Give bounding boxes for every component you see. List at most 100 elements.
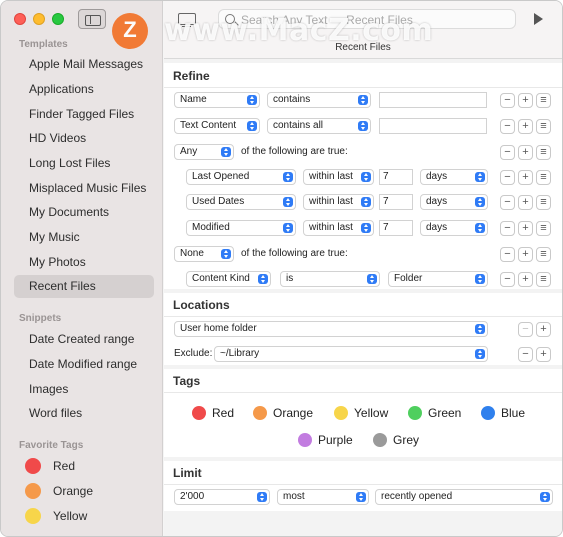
tag-blue[interactable]: Blue [481, 405, 525, 421]
popup-value: User home folder [180, 323, 257, 334]
favorite-tag-orange[interactable]: Orange [25, 481, 93, 501]
criteria-field-popup[interactable]: Content Kind [186, 271, 271, 287]
sidebar-item-apple-mail-messages[interactable]: Apple Mail Messages [14, 53, 154, 76]
criteria-value-popup[interactable]: Folder [388, 271, 488, 287]
criteria-number-input[interactable]: 7 [379, 220, 413, 236]
exclude-popup[interactable]: ~/Library [214, 346, 488, 362]
group-row-button[interactable]: ≡ [536, 170, 551, 185]
sidebar-item-my-photos[interactable]: My Photos [14, 251, 154, 274]
tag-red[interactable]: Red [192, 405, 234, 421]
criteria-field-popup[interactable]: Name [174, 92, 260, 108]
watermark-logo-letter: Z [123, 17, 137, 42]
popup-value: 2'000 [180, 491, 205, 502]
group-row-button[interactable]: ≡ [536, 145, 551, 160]
remove-location-button[interactable]: − [518, 322, 533, 337]
add-row-button[interactable]: + [518, 119, 533, 134]
add-row-button[interactable]: + [518, 272, 533, 287]
criteria-field-popup[interactable]: Text Content [174, 118, 260, 134]
limit-sort-popup[interactable]: recently opened [375, 489, 553, 505]
popup-value: within last [309, 171, 353, 182]
remove-exclusion-button[interactable]: − [518, 347, 533, 362]
close-window-button[interactable] [14, 13, 26, 25]
add-row-button[interactable]: + [518, 93, 533, 108]
group-row-button[interactable]: ≡ [536, 272, 551, 287]
criteria-operator-popup[interactable]: is [280, 271, 380, 287]
remove-row-button[interactable]: − [500, 170, 515, 185]
tag-green[interactable]: Green [408, 405, 461, 421]
sidebar-item-word-files[interactable]: Word files [14, 402, 154, 425]
criteria-text-input[interactable] [379, 118, 487, 134]
sidebar-item-long-lost-files[interactable]: Long Lost Files [14, 152, 154, 175]
group-description: of the following are true: [241, 146, 348, 157]
sidebar-item-date-created-range[interactable]: Date Created range [14, 328, 154, 351]
remove-row-button[interactable]: − [500, 221, 515, 236]
sidebar-item-hd-videos[interactable]: HD Videos [14, 127, 154, 150]
remove-row-button[interactable]: − [500, 93, 515, 108]
sidebar-item-images[interactable]: Images [14, 378, 154, 401]
location-popup[interactable]: User home folder [174, 321, 488, 337]
favorite-tag-yellow[interactable]: Yellow [25, 506, 87, 526]
remove-row-button[interactable]: − [500, 195, 515, 210]
criteria-text-input[interactable] [379, 92, 487, 108]
remove-row-button[interactable]: − [500, 119, 515, 134]
tag-yellow[interactable]: Yellow [334, 405, 388, 421]
sidebar-item-recent-files[interactable]: Recent Files [14, 275, 154, 298]
popup-value: recently opened [381, 491, 453, 502]
group-row-button[interactable]: ≡ [536, 221, 551, 236]
add-location-button[interactable]: + [536, 322, 551, 337]
sidebar-item-misplaced-music-files[interactable]: Misplaced Music Files [14, 177, 154, 200]
remove-row-button[interactable]: − [500, 145, 515, 160]
popup-value: Used Dates [192, 196, 245, 207]
add-row-button[interactable]: + [518, 195, 533, 210]
favorite-tag-red[interactable]: Red [25, 456, 75, 476]
remove-row-button[interactable]: − [500, 247, 515, 262]
criteria-operator-popup[interactable]: within last [303, 220, 374, 236]
sidebar-item-my-music[interactable]: My Music [14, 226, 154, 249]
tag-purple[interactable]: Purple [298, 432, 353, 448]
sidebar-item-my-documents[interactable]: My Documents [14, 201, 154, 224]
group-quantifier-popup[interactable]: None [174, 246, 234, 262]
group-row-button[interactable]: ≡ [536, 247, 551, 262]
group-quantifier-popup[interactable]: Any [174, 144, 234, 160]
sidebar-toggle-icon[interactable] [78, 9, 106, 29]
zoom-window-button[interactable] [52, 13, 64, 25]
chevron-updown-icon [475, 349, 485, 359]
sidebar-item-date-modified-range[interactable]: Date Modified range [14, 353, 154, 376]
tag-orange[interactable]: Orange [253, 405, 313, 421]
criteria-number-input[interactable]: 7 [379, 194, 413, 210]
criteria-number-input[interactable]: 7 [379, 169, 413, 185]
criteria-field-popup[interactable]: Last Opened [186, 169, 296, 185]
group-row-button[interactable]: ≡ [536, 119, 551, 134]
sidebar-item-applications[interactable]: Applications [14, 78, 154, 101]
remove-row-button[interactable]: − [500, 272, 515, 287]
tag-label: Yellow [354, 406, 389, 420]
criteria-field-popup[interactable]: Used Dates [186, 194, 296, 210]
criteria-operator-popup[interactable]: within last [303, 194, 374, 210]
group-description: of the following are true: [241, 248, 348, 259]
chevron-updown-icon [475, 197, 485, 207]
criteria-operator-popup[interactable]: contains [267, 92, 371, 108]
add-row-button[interactable]: + [518, 170, 533, 185]
criteria-unit-popup[interactable]: days [420, 220, 488, 236]
popup-value: Any [180, 146, 198, 157]
criteria-operator-popup[interactable]: within last [303, 169, 374, 185]
sidebar-item-finder-tagged-files[interactable]: Finder Tagged Files [14, 103, 154, 126]
chevron-updown-icon [475, 324, 485, 334]
criteria-unit-popup[interactable]: days [420, 194, 488, 210]
limit-order-popup[interactable]: most [277, 489, 369, 505]
criteria-unit-popup[interactable]: days [420, 169, 488, 185]
add-row-button[interactable]: + [518, 221, 533, 236]
group-row-button[interactable]: ≡ [536, 195, 551, 210]
criteria-operator-popup[interactable]: contains all [267, 118, 371, 134]
yellow-tag-dot-icon [25, 508, 41, 524]
add-exclusion-button[interactable]: + [536, 347, 551, 362]
limit-count-popup[interactable]: 2'000 [174, 489, 270, 505]
group-row-button[interactable]: ≡ [536, 93, 551, 108]
criteria-field-popup[interactable]: Modified [186, 220, 296, 236]
chevron-updown-icon [358, 121, 368, 131]
tag-grey[interactable]: Grey [373, 432, 419, 448]
add-row-button[interactable]: + [518, 145, 533, 160]
minimize-window-button[interactable] [33, 13, 45, 25]
add-row-button[interactable]: + [518, 247, 533, 262]
blue-tag-dot-icon [481, 406, 495, 420]
